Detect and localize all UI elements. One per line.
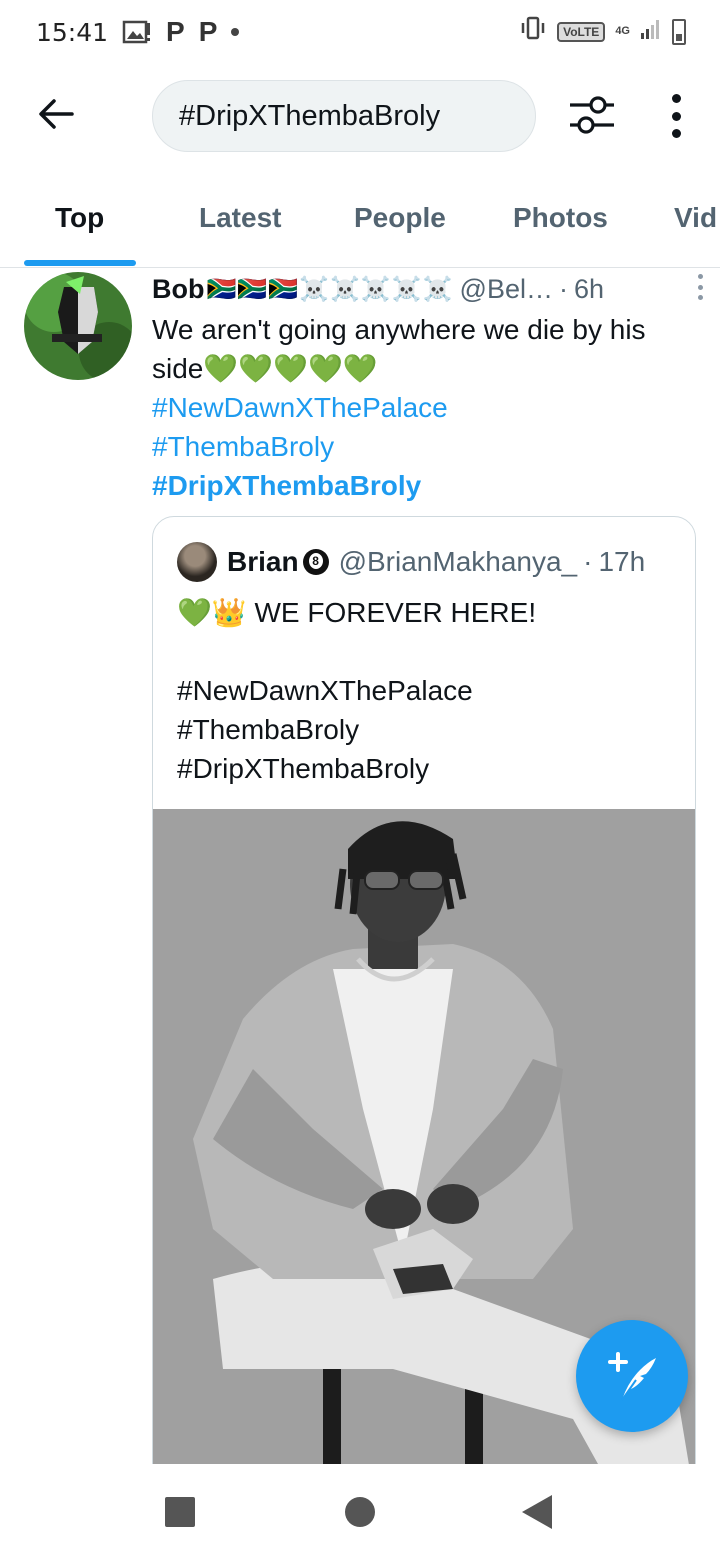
sliders-icon bbox=[570, 96, 614, 134]
status-time: 15:41 bbox=[36, 17, 109, 47]
quoted-text-line: 💚👑 WE FOREVER HERE! bbox=[177, 597, 537, 628]
search-tabs: Top Latest People Photos Vid bbox=[0, 180, 720, 268]
tweet-more-button[interactable] bbox=[696, 274, 704, 300]
network-type: 4G bbox=[615, 25, 630, 37]
gallery-notification-icon bbox=[122, 19, 152, 45]
battery-icon bbox=[672, 18, 686, 45]
quoted-hashtag: #ThembaBroly bbox=[177, 714, 360, 745]
compose-tweet-button[interactable] bbox=[576, 1320, 688, 1432]
tweet[interactable]: Bob 🇿🇦🇿🇦🇿🇦☠️☠️☠️☠️☠️ @Bel… · 6h We aren'… bbox=[0, 268, 720, 1464]
quoted-tweet-text: 💚👑 WE FOREVER HERE! #NewDawnXThePalace #… bbox=[177, 593, 677, 788]
quoted-tweet-header: Brian @BrianMakhanya_ · 17h bbox=[177, 541, 645, 583]
more-vertical-icon bbox=[671, 94, 681, 103]
more-vertical-icon bbox=[697, 274, 703, 279]
home-button[interactable] bbox=[345, 1497, 375, 1527]
quoted-hashtag: #DripXThembaBroly bbox=[177, 753, 430, 784]
eight-ball-icon bbox=[302, 549, 329, 575]
search-filter-button[interactable] bbox=[566, 92, 618, 138]
more-options-button[interactable] bbox=[660, 94, 692, 138]
hashtag-link-searched[interactable]: #DripXThembaBroly bbox=[152, 466, 700, 505]
tab-people[interactable]: People bbox=[354, 202, 446, 234]
tweet-separator: · bbox=[558, 273, 568, 304]
status-bar: 15:41 P P VoLTE 4G bbox=[0, 0, 720, 64]
active-tab-indicator bbox=[24, 260, 136, 266]
search-input[interactable]: #DripXThembaBroly bbox=[152, 80, 536, 152]
quoted-hashtag: #NewDawnXThePalace bbox=[177, 675, 473, 706]
tweet-text: We aren't going anywhere we die by his s… bbox=[152, 310, 700, 505]
tab-latest[interactable]: Latest bbox=[199, 202, 281, 234]
system-navigation-bar bbox=[0, 1464, 720, 1560]
quoted-timestamp: 17h bbox=[598, 546, 646, 577]
quoted-separator: · bbox=[583, 546, 593, 577]
signal-icon bbox=[640, 16, 662, 47]
status-indicators: VoLTE 4G bbox=[519, 16, 686, 47]
search-query: #DripXThembaBroly bbox=[179, 99, 441, 132]
avatar[interactable] bbox=[177, 542, 217, 582]
tweet-author-emojis: 🇿🇦🇿🇦🇿🇦☠️☠️☠️☠️☠️ bbox=[206, 275, 454, 303]
hashtag-link[interactable]: #ThembaBroly bbox=[152, 427, 700, 466]
quoted-author-name: Brian bbox=[227, 546, 299, 577]
p-notification-icon-2: P bbox=[198, 16, 218, 47]
search-header: #DripXThembaBroly bbox=[0, 76, 720, 160]
quoted-author-handle: @BrianMakhanya_ bbox=[338, 546, 578, 577]
vibrate-icon bbox=[519, 16, 547, 47]
tweet-content: Bob 🇿🇦🇿🇦🇿🇦☠️☠️☠️☠️☠️ @Bel… · 6h We aren'… bbox=[152, 268, 700, 505]
tweet-body-text: We aren't going anywhere we die by his s… bbox=[152, 314, 646, 384]
tweet-author-handle[interactable]: @Bel… bbox=[460, 274, 553, 305]
tab-photos[interactable]: Photos bbox=[513, 202, 608, 234]
tab-top[interactable]: Top bbox=[55, 202, 104, 234]
recent-apps-button[interactable] bbox=[165, 1497, 195, 1527]
hashtag-link[interactable]: #NewDawnXThePalace bbox=[152, 388, 700, 427]
arrow-left-icon bbox=[39, 99, 74, 129]
avatar[interactable] bbox=[24, 272, 132, 380]
system-back-button[interactable] bbox=[522, 1495, 552, 1529]
volte-badge: VoLTE bbox=[557, 21, 606, 42]
tab-videos[interactable]: Vid bbox=[674, 202, 717, 234]
tweet-author-name[interactable]: Bob bbox=[152, 274, 204, 305]
feather-plus-icon bbox=[608, 1352, 656, 1401]
tweet-timestamp: 6h bbox=[573, 273, 605, 304]
tweet-header: Bob 🇿🇦🇿🇦🇿🇦☠️☠️☠️☠️☠️ @Bel… · 6h bbox=[152, 268, 700, 310]
p-notification-icon: P bbox=[166, 16, 185, 47]
more-notifications-dot-icon bbox=[231, 28, 240, 36]
back-button[interactable] bbox=[36, 94, 76, 134]
